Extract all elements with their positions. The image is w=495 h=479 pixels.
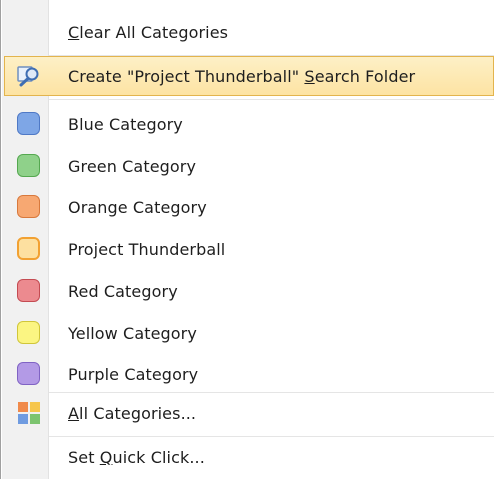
category-label: Yellow Category (68, 323, 197, 343)
category-label: Purple Category (68, 364, 199, 384)
category-item[interactable]: Blue Category (2, 104, 494, 144)
create-search-folder-label: Create "Project Thunderball" Search Fold… (68, 66, 416, 86)
category-label: Project Thunderball (68, 239, 226, 259)
create-search-folder-item[interactable]: Create "Project Thunderball" Search Fold… (4, 56, 494, 96)
category-color-swatch (17, 195, 40, 218)
category-color-swatch (17, 112, 40, 135)
category-color-swatch (17, 362, 40, 385)
category-item[interactable]: Yellow Category (2, 313, 494, 353)
category-item[interactable]: Orange Category (2, 187, 494, 227)
category-label: Red Category (68, 281, 178, 301)
category-color-swatch (17, 154, 40, 177)
all-categories-item[interactable]: All Categories... (2, 393, 494, 433)
category-color-swatch (17, 321, 40, 344)
clear-all-categories-item[interactable]: Clear All Categories (2, 12, 494, 52)
set-quick-click-item[interactable]: Set Quick Click... (2, 437, 494, 477)
category-item[interactable]: Project Thunderball (2, 229, 494, 269)
category-item[interactable]: Purple Category (2, 354, 494, 394)
search-folder-icon (17, 66, 39, 87)
category-label: Orange Category (68, 197, 207, 217)
category-label: Green Category (68, 156, 197, 176)
category-context-menu: Clear All Categories Create "Project Thu… (0, 0, 495, 479)
category-item[interactable]: Green Category (2, 146, 494, 186)
menu-separator (49, 99, 494, 100)
category-label: Blue Category (68, 114, 183, 134)
category-color-swatch (17, 279, 40, 302)
category-color-swatch (17, 237, 40, 260)
set-quick-click-label: Set Quick Click... (68, 447, 205, 467)
all-categories-label: All Categories... (68, 403, 197, 423)
category-item[interactable]: Red Category (2, 271, 494, 311)
categories-grid-icon (18, 402, 40, 424)
clear-all-categories-label: Clear All Categories (68, 22, 229, 42)
